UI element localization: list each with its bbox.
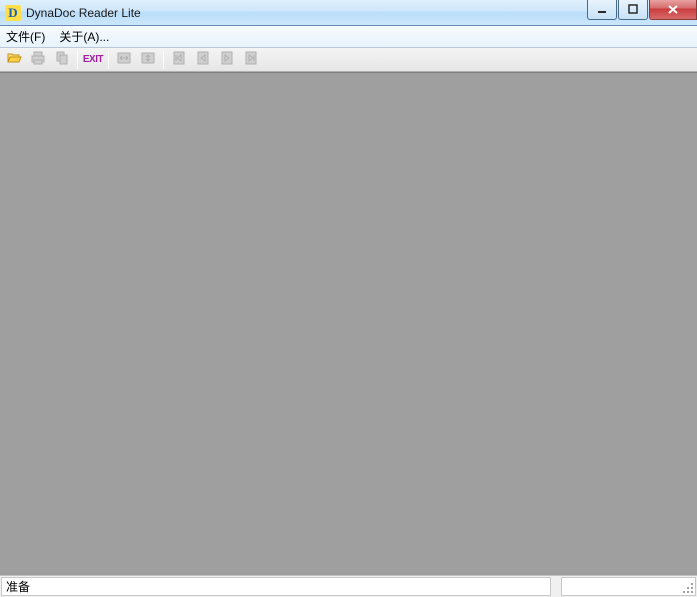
resize-grip[interactable] xyxy=(681,581,693,593)
status-pane-right xyxy=(561,577,696,596)
maximize-button[interactable] xyxy=(618,0,648,20)
status-bar: 准备 xyxy=(0,575,697,597)
menu-file[interactable]: 文件(F) xyxy=(6,28,45,45)
toolbar: EXIT xyxy=(0,48,697,72)
window-controls xyxy=(587,0,697,20)
menu-bar: 文件(F) 关于(A)... xyxy=(0,26,697,48)
last-page-icon xyxy=(243,50,259,69)
fit-width-button[interactable] xyxy=(112,49,136,71)
open-folder-icon xyxy=(6,50,22,69)
open-button[interactable] xyxy=(2,49,26,71)
fit-page-icon xyxy=(140,50,156,69)
close-button[interactable] xyxy=(649,0,697,20)
document-area xyxy=(0,72,697,575)
prev-page-button[interactable] xyxy=(191,49,215,71)
fit-page-button[interactable] xyxy=(136,49,160,71)
copy-button[interactable] xyxy=(50,49,74,71)
prev-page-icon xyxy=(195,50,211,69)
toolbar-separator xyxy=(163,51,164,69)
copy-icon xyxy=(54,50,70,69)
first-page-button[interactable] xyxy=(167,49,191,71)
fit-width-icon xyxy=(116,50,132,69)
status-text: 准备 xyxy=(1,577,551,596)
first-page-icon xyxy=(171,50,187,69)
last-page-button[interactable] xyxy=(239,49,263,71)
print-button[interactable] xyxy=(26,49,50,71)
menu-about[interactable]: 关于(A)... xyxy=(59,28,109,45)
toolbar-separator xyxy=(77,51,78,69)
minimize-button[interactable] xyxy=(587,0,617,20)
exit-icon: EXIT xyxy=(83,54,103,65)
app-icon: D xyxy=(5,5,21,21)
printer-icon xyxy=(30,50,46,69)
title-bar: D DynaDoc Reader Lite xyxy=(0,0,697,26)
next-page-button[interactable] xyxy=(215,49,239,71)
window-title: DynaDoc Reader Lite xyxy=(26,6,141,20)
exit-button[interactable]: EXIT xyxy=(81,49,105,71)
next-page-icon xyxy=(219,50,235,69)
toolbar-separator xyxy=(108,51,109,69)
